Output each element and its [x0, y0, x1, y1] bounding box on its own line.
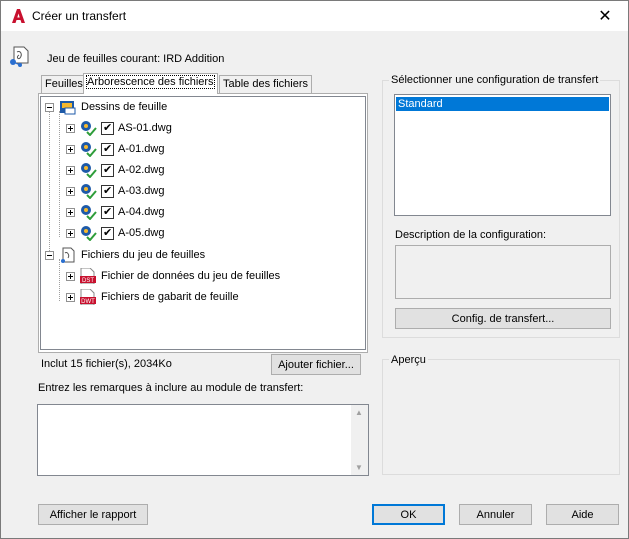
- tree-item-dwg[interactable]: A-02.dwg: [66, 161, 164, 179]
- tree-connector: [49, 111, 50, 251]
- notes-label: Entrez les remarques à inclure au module…: [38, 382, 304, 394]
- include-checkbox[interactable]: [101, 226, 114, 240]
- title-bar: Créer un transfert ✕: [1, 1, 628, 31]
- notes-textarea[interactable]: ▲ ▼: [37, 404, 369, 476]
- collapse-icon[interactable]: [45, 250, 54, 260]
- expand-icon[interactable]: [66, 186, 75, 196]
- drawing-folder-icon: [60, 101, 76, 115]
- expand-icon[interactable]: [66, 292, 75, 302]
- autocad-logo-icon: [12, 9, 25, 23]
- ok-button-label: OK: [400, 508, 417, 521]
- tree-item-label: Fichiers de gabarit de feuille: [101, 291, 239, 303]
- dwg-file-icon: [81, 184, 97, 199]
- dst-badge: DST: [82, 278, 94, 284]
- cancel-button[interactable]: Annuler: [459, 504, 532, 525]
- dwg-file-icon: [81, 205, 97, 220]
- tree-item-label: A-02.dwg: [118, 164, 165, 176]
- expand-icon[interactable]: [66, 207, 75, 217]
- include-checkbox[interactable]: [101, 205, 114, 219]
- transmittal-setup-title: Sélectionner une configuration de transf…: [389, 74, 601, 86]
- tree-node-label: Dessins de feuille: [81, 101, 168, 113]
- tab-files-tree[interactable]: Arborescence des fichiers: [83, 73, 218, 94]
- tab-files-table[interactable]: Table des fichiers: [219, 75, 312, 93]
- include-checkbox[interactable]: [101, 142, 114, 156]
- tree-item-dwt[interactable]: DWT Fichiers de gabarit de feuille: [66, 288, 239, 306]
- tree-item-dwg[interactable]: A-03.dwg: [66, 182, 164, 200]
- tree-node-label: Fichiers du jeu de feuilles: [81, 249, 206, 261]
- dwg-file-icon: [81, 163, 97, 178]
- include-checkbox[interactable]: [101, 184, 114, 198]
- add-file-button-label: Ajouter fichier...: [278, 358, 354, 371]
- config-description-box: [395, 245, 611, 299]
- current-sheet-set-label: Jeu de feuilles courant: IRD Addition: [47, 53, 225, 65]
- tree-item-label: A-01.dwg: [118, 143, 165, 155]
- expand-icon[interactable]: [66, 271, 75, 281]
- dst-file-icon: DST: [80, 268, 96, 284]
- tree-item-dwg[interactable]: A-01.dwg: [66, 140, 164, 158]
- help-button[interactable]: Aide: [546, 504, 619, 525]
- dwg-file-icon: [81, 226, 97, 241]
- tab-files-tree-label: Arborescence des fichiers: [86, 75, 215, 89]
- tree-item-label: Fichier de données du jeu de feuilles: [101, 270, 281, 282]
- preview-title: Aperçu: [389, 354, 428, 366]
- tab-sheets[interactable]: Feuilles: [41, 75, 87, 93]
- scroll-down-icon[interactable]: ▼: [355, 463, 363, 472]
- scroll-up-icon[interactable]: ▲: [355, 408, 363, 417]
- tree-item-dwg[interactable]: A-05.dwg: [66, 224, 164, 242]
- dwg-file-icon: [81, 142, 97, 157]
- help-button-label: Aide: [571, 508, 594, 521]
- tree-item-dst[interactable]: DST Fichier de données du jeu de feuille…: [66, 267, 280, 285]
- include-checkbox[interactable]: [101, 121, 114, 135]
- notes-scrollbar[interactable]: ▲ ▼: [351, 405, 368, 475]
- tree-connector: [59, 259, 60, 301]
- tree-node-sheet-drawings[interactable]: Dessins de feuille: [45, 98, 167, 116]
- files-tree[interactable]: Dessins de feuille AS-01.dwg A-01.dwg: [40, 96, 366, 350]
- list-item-standard[interactable]: Standard: [396, 97, 609, 111]
- transmittal-setup-button-label: Config. de transfert...: [451, 312, 555, 325]
- dwt-badge: DWT: [81, 299, 95, 305]
- create-transmittal-dialog: Créer un transfert ✕ Jeu de feuilles cou…: [0, 0, 629, 539]
- included-files-status: Inclut 15 fichier(s), 2034Ko: [41, 358, 172, 370]
- tab-sheets-label: Feuilles: [45, 78, 83, 90]
- tree-item-label: A-03.dwg: [118, 185, 165, 197]
- list-item-label: Standard: [398, 98, 443, 110]
- config-description-label: Description de la configuration:: [395, 229, 547, 241]
- tree-item-label: AS-01.dwg: [118, 122, 172, 134]
- view-report-button-label: Afficher le rapport: [49, 508, 137, 521]
- view-report-button[interactable]: Afficher le rapport: [38, 504, 148, 525]
- collapse-icon[interactable]: [45, 102, 54, 112]
- tab-files-table-label: Table des fichiers: [223, 78, 308, 90]
- close-icon: ✕: [598, 8, 612, 25]
- expand-icon[interactable]: [66, 228, 75, 238]
- transmittal-setup-button[interactable]: Config. de transfert...: [395, 308, 611, 329]
- preview-group: [382, 359, 620, 475]
- expand-icon[interactable]: [66, 144, 75, 154]
- tree-connector: [59, 111, 60, 237]
- expand-icon[interactable]: [66, 165, 75, 175]
- add-file-button[interactable]: Ajouter fichier...: [271, 354, 361, 375]
- close-button[interactable]: ✕: [582, 1, 628, 31]
- sheetset-files-icon: [61, 247, 75, 263]
- tree-item-dwg[interactable]: AS-01.dwg: [66, 119, 172, 137]
- dwg-file-icon: [81, 121, 97, 136]
- tree-node-sheetset-files[interactable]: Fichiers du jeu de feuilles: [45, 246, 205, 264]
- include-checkbox[interactable]: [101, 163, 114, 177]
- expand-icon[interactable]: [66, 123, 75, 133]
- window-title: Créer un transfert: [32, 9, 127, 23]
- sheet-set-icon: [10, 46, 29, 67]
- tree-item-label: A-05.dwg: [118, 227, 165, 239]
- dwt-file-icon: DWT: [80, 289, 96, 305]
- tree-item-dwg[interactable]: A-04.dwg: [66, 203, 164, 221]
- cancel-button-label: Annuler: [476, 508, 515, 521]
- tree-item-label: A-04.dwg: [118, 206, 165, 218]
- transmittal-setup-list[interactable]: Standard: [394, 94, 611, 216]
- ok-button[interactable]: OK: [372, 504, 445, 525]
